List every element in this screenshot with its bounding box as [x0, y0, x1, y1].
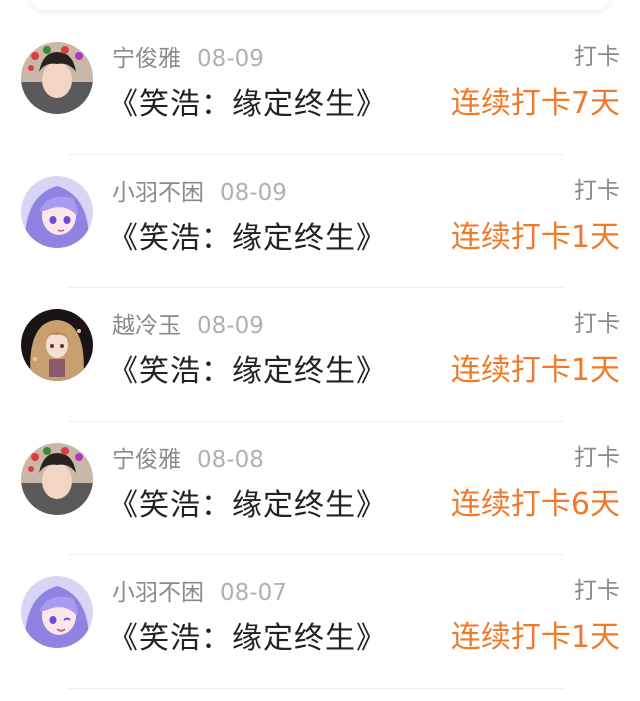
user-name: 越冷玉 — [112, 313, 181, 339]
checkin-tag: 打卡 — [574, 44, 620, 70]
checkin-tag: 打卡 — [574, 444, 620, 471]
streak-label: 连续打卡7天 — [450, 86, 620, 121]
streak-label: 连续打卡6天 — [450, 486, 620, 522]
checkin-date: 08-08 — [197, 446, 264, 473]
checkin-tag: 打卡 — [574, 177, 620, 204]
checkin-row[interactable]: 宁俊雅 08-08 打卡 《笑浩：缘定终生》 连续打卡6天 — [0, 422, 640, 555]
checkin-tag: 打卡 — [574, 311, 620, 337]
checkin-row[interactable]: 小羽不困 08-09 打卡 《笑浩：缘定终生》 连续打卡1天 — [0, 155, 640, 288]
streak-label: 连续打卡1天 — [450, 219, 620, 255]
checkin-date: 08-09 — [197, 46, 264, 72]
checkin-date: 08-09 — [220, 179, 287, 206]
checkin-row[interactable]: 小羽不困 08-07 打卡 《笑浩：缘定终生》 连续打卡1天 — [0, 555, 640, 689]
checkin-row[interactable]: 宁俊雅 08-09 打卡 《笑浩：缘定终生》 连续打卡7天 — [0, 21, 640, 155]
checkin-date: 08-09 — [197, 313, 264, 339]
book-title: 《笑浩：缘定终生》 — [108, 87, 387, 122]
checkin-date: 08-07 — [220, 580, 287, 606]
checkin-tag: 打卡 — [574, 578, 620, 604]
previous-card-edge — [30, 0, 610, 10]
boy-hearts-avatar-icon[interactable] — [21, 442, 93, 515]
user-name: 小羽不困 — [112, 179, 204, 206]
anime-purple-hair-avatar-icon[interactable] — [21, 175, 93, 248]
streak-label: 连续打卡1天 — [450, 620, 620, 655]
boy-hearts-avatar-icon[interactable] — [21, 42, 93, 114]
book-title: 《笑浩：缘定终生》 — [108, 487, 387, 523]
checkin-list: 宁俊雅 08-09 打卡 《笑浩：缘定终生》 连续打卡7天 小羽不困 08-09 打… — [0, 21, 640, 689]
checkin-row[interactable]: 越冷玉 08-09 打卡 《笑浩：缘定终生》 连续打卡1天 — [0, 288, 640, 422]
book-title: 《笑浩：缘定终生》 — [108, 621, 387, 656]
anime-golden-hair-avatar-icon[interactable] — [21, 309, 93, 381]
user-name: 小羽不困 — [112, 580, 204, 606]
streak-label: 连续打卡1天 — [450, 353, 620, 388]
user-name: 宁俊雅 — [112, 46, 181, 72]
row-divider — [68, 687, 564, 689]
book-title: 《笑浩：缘定终生》 — [108, 354, 387, 389]
user-name: 宁俊雅 — [112, 446, 181, 473]
anime-purple-hair-avatar-icon[interactable] — [21, 576, 93, 648]
book-title: 《笑浩：缘定终生》 — [108, 220, 387, 256]
